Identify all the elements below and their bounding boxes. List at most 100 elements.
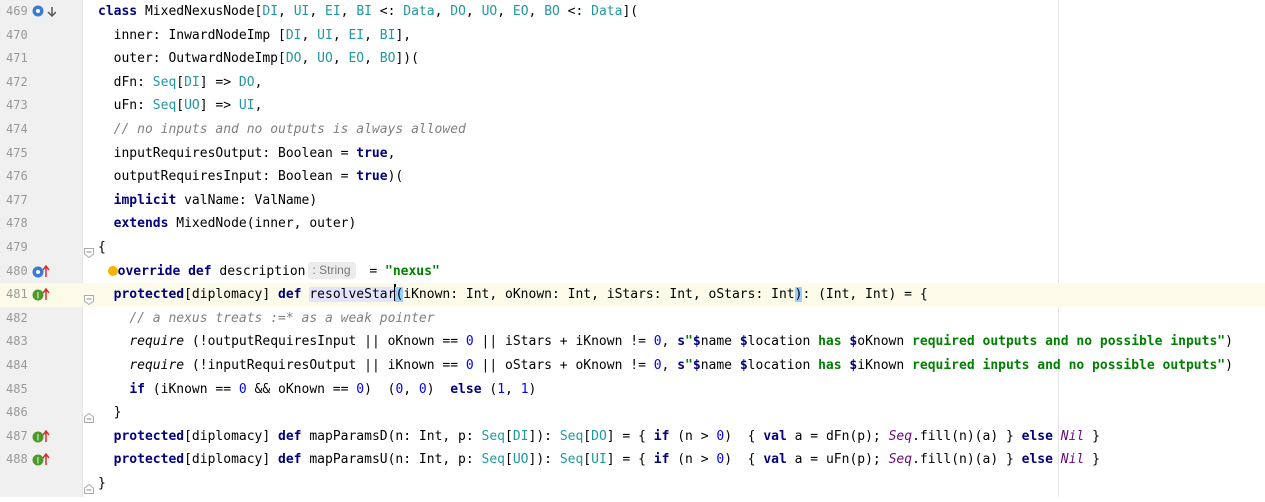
code-token: else [450,381,482,397]
code-token: [diplomacy] [184,452,279,468]
line-number[interactable]: 475 [0,142,36,166]
fold-start-icon[interactable] [84,243,94,259]
code-token: MixedNode(inner, outer) [168,216,357,232]
code-text[interactable]: outer: OutwardNodeImp[DO, UO, EO, BO])( [98,47,419,71]
code-token: def [278,287,310,303]
fold-end-icon[interactable] [84,408,94,424]
line-number[interactable]: 476 [0,165,36,189]
fold-end-icon[interactable] [84,479,94,494]
code-line[interactable]: 486 } [0,401,1265,425]
code-token: s [677,357,686,373]
code-token: require [129,357,185,373]
code-line[interactable]: 483 require (!outputRequiresInput || oKn… [0,330,1265,354]
line-number[interactable]: 469 [0,0,36,24]
code-line[interactable]: 473 uFn: Seq[UO] => UI, [0,94,1265,118]
intention-bulb-icon[interactable] [107,265,118,276]
line-number[interactable]: 483 [0,330,36,354]
code-line[interactable]: 487 I protected[diplomacy] def mapParamsD… [0,425,1265,449]
line-number[interactable]: 477 [0,189,36,213]
code-token: if [653,428,670,444]
code-editor[interactable]: 469 class MixedNexusNode[DI, UI, EI, BI <… [0,0,1265,497]
code-token: [ [583,452,592,468]
code-token: $ [739,357,748,373]
code-text[interactable]: { [98,236,106,260]
line-number[interactable]: 488 [0,448,36,472]
line-number[interactable]: 473 [0,94,36,118]
code-text[interactable]: require (!outputRequiresInput || oKnown … [98,330,1233,354]
code-token: description [219,263,306,279]
code-text[interactable]: class MixedNexusNode[DI, UI, EI, BI <: D… [98,0,638,24]
code-text[interactable]: if (iKnown == 0 && oKnown == 0) (0, 0) e… [98,378,536,402]
code-text[interactable]: implicit valName: ValName) [98,189,318,213]
code-token: // a nexus treats :=* as a weak pointer [129,310,435,326]
line-number[interactable]: 482 [0,307,36,331]
code-line[interactable]: 476 outputRequiresInput: Boolean = true)… [0,165,1265,189]
code-line[interactable]: 482 // a nexus treats :=* as a weak poin… [0,307,1265,331]
code-token: uFn: [98,98,153,114]
code-token: has [818,357,850,373]
code-line[interactable]: 472 dFn: Seq[DI] => DO, [0,71,1265,95]
code-text[interactable]: override def description: String = "nexu… [98,260,440,284]
code-token: else [1021,428,1061,444]
code-line[interactable]: 470 inner: InwardNodeImp [DI, UI, EI, BI… [0,24,1265,48]
code-text[interactable]: inputRequiresOutput: Boolean = true, [98,142,396,166]
code-text[interactable]: // a nexus treats :=* as a weak pointer [98,307,435,331]
code-text[interactable]: extends MixedNode(inner, outer) [98,212,357,236]
overrides-method-icon[interactable] [32,264,50,278]
code-token: protected [113,428,185,444]
code-text[interactable]: require (!inputRequiresOutput || iKnown … [98,354,1233,378]
code-line[interactable]: 485 if (iKnown == 0 && oKnown == 0) (0, … [0,378,1265,402]
line-number[interactable]: 471 [0,47,36,71]
implements-method-icon[interactable]: I [32,452,50,467]
code-text[interactable]: outputRequiresInput: Boolean = true)( [98,165,404,189]
line-number[interactable]: 470 [0,24,36,48]
code-token: , [465,4,482,19]
code-text[interactable]: protected[diplomacy] def mapParamsU(n: I… [98,448,1100,472]
code-token: 0 [465,334,474,350]
code-line[interactable]: 481 I protected[diplomacy] def resolveSta… [0,283,1265,307]
line-number[interactable]: 478 [0,212,36,236]
code-token: ) [1225,334,1233,350]
code-token: , [340,4,357,19]
code-text[interactable]: // no inputs and no outputs is always al… [98,118,466,142]
line-number[interactable]: 485 [0,378,36,402]
code-line[interactable]: 484 require (!inputRequiresOutput || iKn… [0,354,1265,378]
code-line[interactable]: 475 inputRequiresOutput: Boolean = true, [0,142,1265,166]
line-number[interactable]: 474 [0,118,36,142]
line-number[interactable]: 480 [0,260,36,284]
code-text[interactable]: dFn: Seq[DI] => DO, [98,71,263,95]
implements-method-icon[interactable]: I [32,429,50,443]
code-text[interactable]: uFn: Seq[UO] => UI, [98,94,263,118]
code-text[interactable]: } [98,401,122,425]
code-area[interactable]: 469 class MixedNexusNode[DI, UI, EI, BI <… [0,0,1265,495]
breakpoint-icon[interactable] [32,4,57,18]
code-line[interactable]: 471 outer: OutwardNodeImp[DO, UO, EO, BO… [0,47,1265,71]
code-line[interactable]: 488 I protected[diplomacy] def mapParamsU… [0,448,1265,472]
code-text[interactable]: inner: InwardNodeImp [DI, UI, EI, BI], [98,24,411,48]
code-line[interactable]: 474 // no inputs and no outputs is alway… [0,118,1265,142]
line-number[interactable]: 487 [0,425,36,449]
line-number[interactable]: 484 [0,354,36,378]
code-token: } [1084,452,1100,468]
code-text[interactable]: protected[diplomacy] def mapParamsD(n: I… [98,425,1100,449]
code-token: "nexus" [385,263,440,279]
code-token: = [361,263,385,279]
code-line[interactable]: 480 override def description: String = "… [0,260,1265,284]
line-number[interactable]: 479 [0,236,36,260]
code-line[interactable]: 477 implicit valName: ValName) [0,189,1265,213]
code-line[interactable]: 469 class MixedNexusNode[DI, UI, EI, BI <… [0,0,1265,24]
code-token: DO [591,428,607,444]
line-number[interactable]: 481 [0,283,36,307]
line-number[interactable]: 472 [0,71,36,95]
code-text[interactable]: protected[diplomacy] def resolveStar(iKn… [98,283,928,307]
code-line[interactable]: 478 extends MixedNode(inner, outer) [0,212,1265,236]
code-token: protected [113,287,185,303]
implements-method-icon[interactable]: I [32,287,50,302]
code-token: $ [692,334,701,350]
line-number[interactable]: 486 [0,401,36,425]
code-line[interactable]: } [0,472,1265,496]
code-line[interactable]: 479 { [0,236,1265,260]
fold-start-icon[interactable] [84,290,94,306]
code-text[interactable]: } [98,472,106,496]
